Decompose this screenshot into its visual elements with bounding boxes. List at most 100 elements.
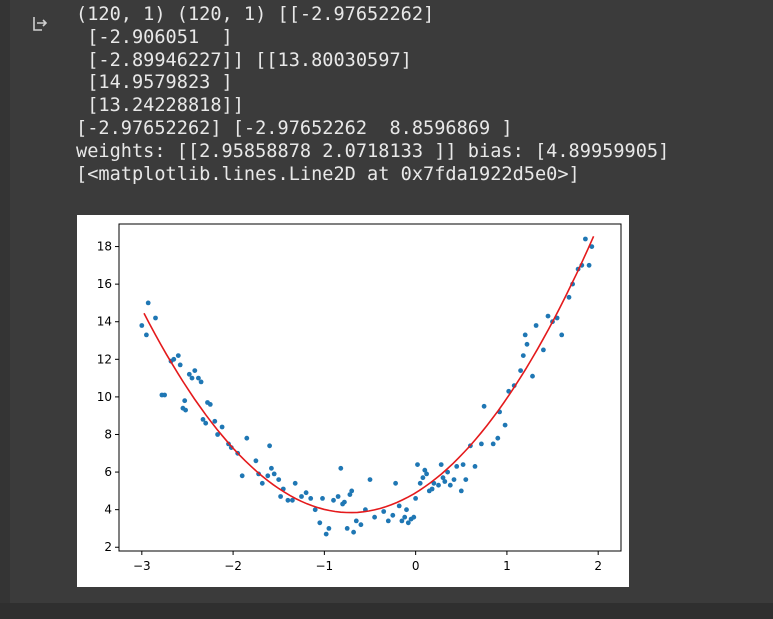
output-line: [-2.89946227]] [[13.80030597] (76, 49, 412, 71)
y-tick-label: 18 (97, 240, 112, 254)
scatter-point (520, 353, 526, 358)
output-line: [-2.906051 ] (76, 26, 233, 48)
cell-divider (0, 603, 773, 619)
scatter-point (189, 375, 195, 381)
scatter-point (153, 315, 158, 321)
output-arrow-icon[interactable] (30, 14, 50, 34)
scatter-point (559, 332, 565, 338)
scatter-point (276, 477, 282, 482)
scatter-point (317, 520, 323, 526)
y-tick-label: 10 (97, 390, 112, 404)
scatter-point (308, 496, 314, 501)
scatter-point (212, 418, 218, 424)
scatter-point (390, 512, 396, 518)
scatter-point (177, 362, 183, 368)
x-tick-label: 2 (594, 559, 602, 573)
scatter-point (259, 480, 265, 486)
output-gutter (0, 0, 10, 603)
output-line: [13.24228818]] (76, 95, 244, 117)
scatter-point (285, 497, 291, 503)
scatter-point (413, 496, 418, 501)
scatter-point (244, 435, 250, 441)
scatter-point (481, 403, 487, 409)
scatter-point (545, 313, 551, 319)
output-line: weights: [[2.95858878 2.0718133 ]] bias:… (76, 140, 670, 162)
scatter-point (429, 486, 435, 492)
scatter-point (533, 323, 539, 328)
x-tick-label: −1 (316, 559, 334, 573)
scatter-point (326, 526, 332, 531)
scatter-point (442, 479, 448, 484)
scatter-point (175, 353, 181, 358)
scatter-point (460, 462, 466, 467)
scatter-point (331, 497, 336, 503)
scatter-point (349, 488, 355, 494)
scatter-point (299, 494, 304, 499)
scatter-point (463, 477, 469, 482)
scatter-point (541, 347, 546, 353)
scatter-point (292, 480, 298, 486)
fit-curve-line (143, 235, 595, 514)
axes-frame (118, 223, 622, 552)
scatter-point (404, 507, 409, 513)
scatter-point (385, 518, 391, 524)
y-axis-ticks: 2 4 6 8 10 12 14 16 18 (97, 240, 119, 554)
y-tick-label: 2 (104, 540, 112, 554)
scatter-point (524, 341, 530, 347)
scatter-point (353, 518, 359, 524)
x-tick-label: 1 (503, 559, 511, 573)
scatter-point (269, 465, 274, 471)
scatter-point (320, 496, 325, 501)
scatter-point (367, 477, 373, 482)
output-line: [-2.97652262] [-2.97652262 8.8596869 ] (76, 117, 513, 139)
scatter-point (219, 424, 225, 430)
scatter-point (415, 462, 420, 467)
scatter-point (583, 236, 588, 242)
scatter-point (265, 473, 271, 479)
scatter-point (438, 462, 444, 467)
x-tick-label: −3 (133, 559, 151, 573)
stdout-text: (120, 1) (120, 1) [[-2.97652262] [-2.906… (76, 4, 669, 186)
scatter-point (518, 368, 523, 373)
y-tick-label: 8 (104, 427, 112, 441)
scatter-point (436, 482, 441, 488)
scatter-point (586, 262, 592, 268)
y-tick-label: 12 (97, 352, 112, 366)
scatter-point (278, 494, 283, 499)
scatter-point (490, 441, 496, 447)
x-tick-label: −2 (224, 559, 242, 573)
scatter-point (502, 422, 508, 428)
x-tick-label: 0 (412, 559, 420, 573)
scatter-point (381, 509, 387, 514)
y-tick-label: 4 (104, 503, 112, 517)
scatter-point (162, 392, 167, 398)
scatter-point (420, 475, 426, 481)
y-tick-label: 6 (104, 465, 112, 479)
scatter-point (522, 332, 528, 338)
scatter-point (183, 407, 188, 413)
scatter-point (566, 294, 572, 300)
scatter-point (454, 464, 460, 469)
scatter-point (458, 488, 464, 494)
scatter-point (207, 402, 213, 407)
y-tick-label: 16 (97, 277, 112, 291)
scatter-point (351, 529, 356, 535)
scatter-point (402, 514, 408, 520)
scatter-point (267, 443, 272, 449)
scatter-point (342, 499, 347, 505)
scatter-point (424, 471, 429, 477)
scatter-point (192, 368, 198, 373)
y-tick-label: 14 (97, 315, 112, 329)
scatter-point (417, 480, 423, 486)
scatter-point (203, 420, 209, 426)
scatter-point (303, 490, 309, 496)
scatter-point (344, 526, 350, 531)
scatter-plot: −3 −2 −1 0 1 2 24681012141618 (97, 223, 622, 573)
scatter-point (144, 332, 149, 338)
scatter-point (271, 471, 277, 477)
scatter-point (335, 494, 341, 499)
scatter-point (495, 435, 501, 441)
scatter-point (139, 323, 145, 328)
scatter-point (411, 514, 417, 520)
scatter-point (171, 356, 177, 362)
